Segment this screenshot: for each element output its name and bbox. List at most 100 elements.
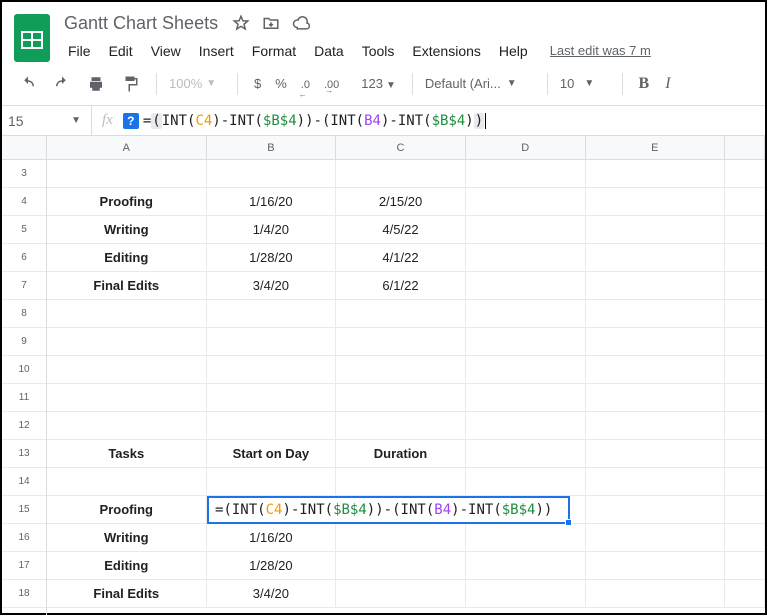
- currency-format-button[interactable]: $: [250, 76, 265, 91]
- cell[interactable]: Writing: [47, 524, 207, 551]
- cell[interactable]: Start on Day: [207, 440, 337, 467]
- col-header[interactable]: B: [207, 136, 337, 159]
- formula-help-icon[interactable]: ?: [123, 113, 139, 129]
- cell[interactable]: [207, 160, 337, 187]
- cell[interactable]: Proofing: [47, 496, 207, 523]
- cell[interactable]: [725, 524, 765, 551]
- cell[interactable]: [207, 300, 337, 327]
- select-all-corner[interactable]: [2, 136, 46, 160]
- decrease-decimal-button[interactable]: .0←: [297, 76, 314, 91]
- cell[interactable]: [47, 468, 207, 495]
- cell[interactable]: [47, 356, 207, 383]
- last-edit-link[interactable]: Last edit was 7 m: [550, 43, 651, 58]
- menu-help[interactable]: Help: [491, 40, 536, 62]
- bold-button[interactable]: B: [635, 75, 653, 93]
- cell[interactable]: Final Edits: [47, 580, 207, 607]
- cell[interactable]: 4/5/22: [336, 216, 466, 243]
- name-box[interactable]: 15 ▼: [2, 106, 92, 135]
- cell[interactable]: [336, 384, 466, 411]
- row-header[interactable]: 6: [2, 244, 46, 272]
- cell[interactable]: [336, 468, 466, 495]
- cell[interactable]: [466, 300, 586, 327]
- menu-insert[interactable]: Insert: [191, 40, 242, 62]
- col-header[interactable]: E: [586, 136, 726, 159]
- cell[interactable]: [725, 496, 765, 523]
- move-icon[interactable]: [262, 14, 280, 32]
- cell[interactable]: 1/16/20: [207, 524, 337, 551]
- cell[interactable]: [586, 496, 726, 523]
- cell[interactable]: [466, 356, 586, 383]
- cell[interactable]: [586, 216, 726, 243]
- cell[interactable]: [466, 188, 586, 215]
- cell[interactable]: [47, 384, 207, 411]
- cell[interactable]: [586, 468, 726, 495]
- row-header[interactable]: 11: [2, 384, 46, 412]
- cell[interactable]: [725, 468, 765, 495]
- cell[interactable]: [725, 384, 765, 411]
- cell[interactable]: 1/4/20: [207, 216, 337, 243]
- cell[interactable]: [586, 524, 726, 551]
- cell[interactable]: Editing: [47, 244, 207, 271]
- menu-format[interactable]: Format: [244, 40, 304, 62]
- menu-tools[interactable]: Tools: [354, 40, 403, 62]
- menu-extensions[interactable]: Extensions: [404, 40, 488, 62]
- cell[interactable]: [466, 580, 586, 607]
- cell[interactable]: [586, 244, 726, 271]
- sheets-logo[interactable]: [14, 14, 50, 62]
- cell[interactable]: [586, 188, 726, 215]
- star-icon[interactable]: [232, 14, 250, 32]
- row-header[interactable]: 18: [2, 580, 46, 608]
- cell[interactable]: [336, 356, 466, 383]
- row-header[interactable]: 14: [2, 468, 46, 496]
- cell[interactable]: [586, 384, 726, 411]
- cell[interactable]: 6/1/22: [336, 272, 466, 299]
- cell[interactable]: [336, 300, 466, 327]
- cell[interactable]: [725, 580, 765, 607]
- doc-title[interactable]: Gantt Chart Sheets: [60, 11, 222, 36]
- cell[interactable]: [336, 328, 466, 355]
- row-header[interactable]: 13: [2, 440, 46, 468]
- menu-data[interactable]: Data: [306, 40, 352, 62]
- cell[interactable]: 3/4/20: [207, 272, 337, 299]
- cell[interactable]: 2/15/20: [336, 188, 466, 215]
- cell[interactable]: [207, 384, 337, 411]
- cell[interactable]: Final Edits: [47, 272, 207, 299]
- cell[interactable]: 1/16/20: [207, 188, 337, 215]
- cell[interactable]: [586, 552, 726, 579]
- zoom-select[interactable]: 100%▼: [169, 76, 225, 91]
- cell[interactable]: [466, 216, 586, 243]
- row-header[interactable]: 10: [2, 356, 46, 384]
- cell[interactable]: [586, 272, 726, 299]
- cell[interactable]: [586, 580, 726, 607]
- cell[interactable]: [466, 272, 586, 299]
- cell[interactable]: [47, 160, 207, 187]
- cell[interactable]: [725, 216, 765, 243]
- number-format-select[interactable]: 123▼: [357, 76, 400, 91]
- cell[interactable]: [466, 244, 586, 271]
- cell[interactable]: [47, 328, 207, 355]
- cell[interactable]: [207, 356, 337, 383]
- fill-handle[interactable]: [565, 519, 572, 526]
- row-header[interactable]: 17: [2, 552, 46, 580]
- cell[interactable]: 1/28/20: [207, 552, 337, 579]
- cell[interactable]: [725, 188, 765, 215]
- col-header[interactable]: [725, 136, 765, 159]
- cell[interactable]: [725, 412, 765, 439]
- cloud-status-icon[interactable]: [292, 14, 310, 32]
- row-header[interactable]: 16: [2, 524, 46, 552]
- cell[interactable]: 1/28/20: [207, 244, 337, 271]
- cell[interactable]: [725, 244, 765, 271]
- cell[interactable]: [466, 384, 586, 411]
- spreadsheet-grid[interactable]: 3 4 5 6 7 8 9 10 11 12 13 14 15 16 17 18…: [2, 136, 765, 615]
- cell[interactable]: [336, 412, 466, 439]
- font-size-select[interactable]: 10▼: [560, 76, 610, 91]
- menu-edit[interactable]: Edit: [101, 40, 141, 62]
- row-header[interactable]: 8: [2, 300, 46, 328]
- col-header[interactable]: D: [466, 136, 586, 159]
- col-header[interactable]: C: [336, 136, 466, 159]
- cell[interactable]: [466, 552, 586, 579]
- cell[interactable]: [725, 160, 765, 187]
- cell[interactable]: [336, 160, 466, 187]
- undo-button[interactable]: [14, 70, 42, 98]
- row-header[interactable]: 9: [2, 328, 46, 356]
